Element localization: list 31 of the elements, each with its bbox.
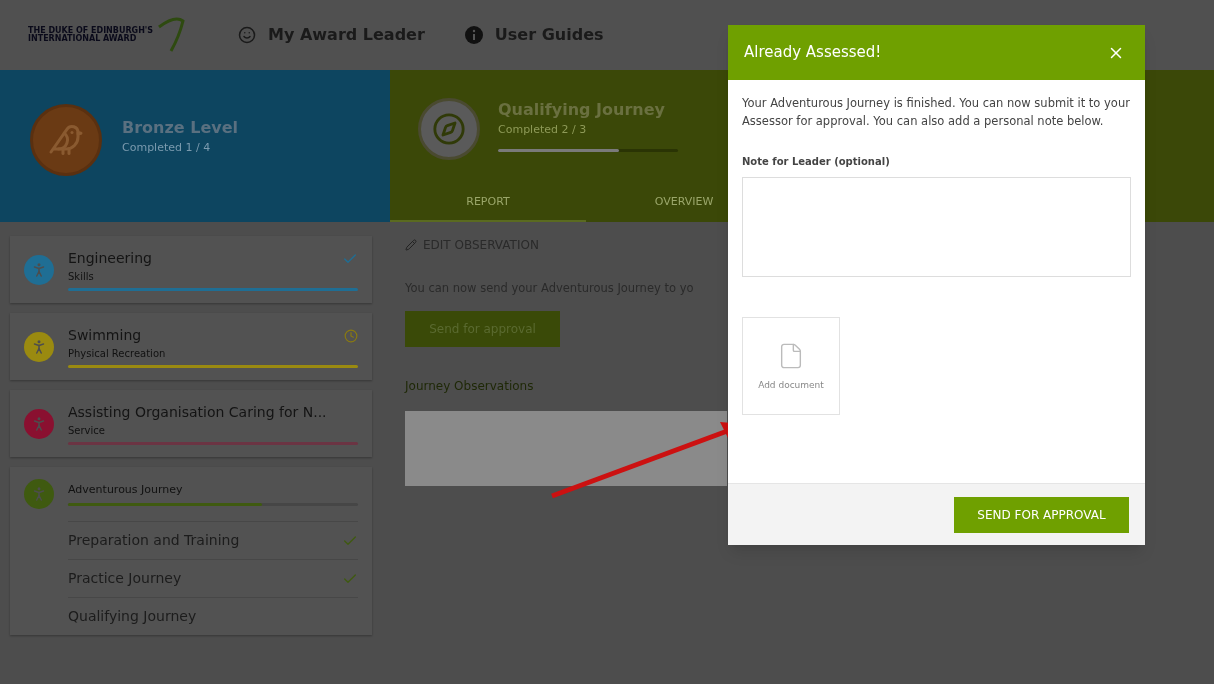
- activity-title: Adventurous Journey: [68, 482, 183, 499]
- clock-icon: [344, 328, 358, 343]
- pencil-icon: [405, 239, 417, 251]
- dialog-title: Already Assessed!: [744, 42, 882, 64]
- activity-card[interactable]: Assisting Organisation Caring for N... Service: [10, 390, 372, 457]
- journey-subtitle: Completed 2 / 3: [498, 122, 588, 138]
- level-subtitle: Completed 1 / 4: [122, 140, 212, 156]
- logo-text: THE DUKE OF EDINBURGH'S: [28, 27, 154, 35]
- info-icon: [464, 26, 483, 44]
- dialog-message: Your Adventurous Journey is finished. You can now submit it to your Assessor for approval. You can also add a personal note below.: [742, 95, 1131, 130]
- tab[interactable]: OVERVIEW: [586, 183, 782, 222]
- logo[interactable]: THE DUKE OF EDINBURGH'S INTERNATIONAL AWARD: [28, 17, 198, 53]
- activity-title: Swimming: [68, 326, 142, 345]
- activity-category: Skills: [68, 270, 94, 284]
- activity-category: Physical Recreation: [68, 347, 166, 361]
- smiley-icon: [238, 26, 256, 44]
- activity-card[interactable]: Engineering Skills: [10, 236, 372, 303]
- level-title: Bronze Level: [122, 117, 238, 139]
- section-title: Journey Observations: [405, 378, 534, 396]
- activity-card[interactable]: Swimming Physical Recreation: [10, 313, 372, 380]
- activity-category: Service: [68, 424, 105, 438]
- logo-text: INTERNATIONAL AWARD: [28, 35, 137, 43]
- activity-title: Assisting Organisation Caring for N...: [68, 403, 327, 422]
- note-field[interactable]: [742, 177, 1131, 277]
- activity-title: Engineering: [68, 249, 152, 268]
- send-for-approval-button[interactable]: SEND FOR APPROVAL: [954, 496, 1129, 533]
- journey-title: Qualifying Journey: [498, 99, 666, 121]
- logo-swoosh-icon: [157, 17, 188, 53]
- note-label: Note for Leader (optional): [742, 155, 891, 169]
- tab[interactable]: REPORT: [390, 183, 586, 222]
- add-document-button[interactable]: Add document: [742, 317, 840, 415]
